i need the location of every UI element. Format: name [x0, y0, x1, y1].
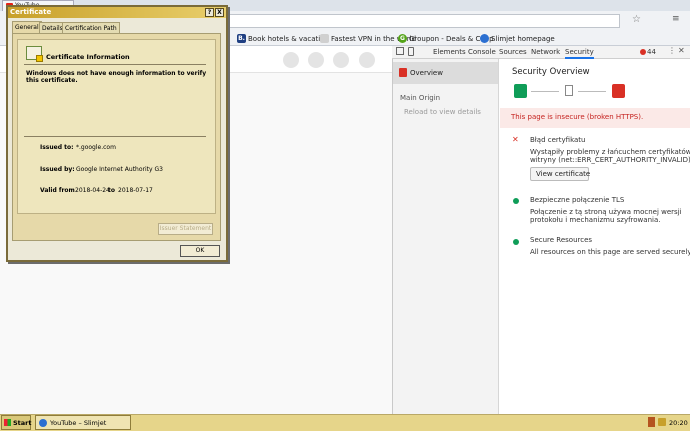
devtools-tab-sources[interactable]: Sources — [499, 47, 527, 58]
dialog-title-bar[interactable]: Certificate — [8, 7, 226, 18]
devtools-tab-console[interactable]: Console — [468, 47, 496, 58]
valid-from-label: Valid from — [40, 187, 75, 194]
start-button[interactable]: Start — [1, 415, 32, 430]
cert-error-desc: witryny (net::ERR_CERT_AUTHORITY_INVALID… — [530, 156, 690, 164]
sidebar-item-overview[interactable]: Overview — [393, 62, 498, 84]
vpn-shield-icon — [320, 34, 329, 43]
bookmark-slimjet[interactable]: Slimjet homepage — [480, 33, 555, 44]
document-icon — [565, 85, 573, 96]
devtools-tab-elements[interactable]: Elements — [433, 47, 466, 58]
resources-title: Secure Resources — [530, 236, 593, 244]
header-placeholder-circle[interactable] — [333, 52, 349, 68]
valid-to-value: 2018-07-17 — [118, 187, 153, 194]
header-placeholder-circle[interactable] — [283, 52, 299, 68]
star-icon[interactable]: ☆ — [632, 14, 641, 25]
sidebar-overview-label: Overview — [410, 69, 443, 77]
cert-error-title: Błąd certyfikatu — [530, 136, 586, 144]
header-placeholder-circle[interactable] — [308, 52, 324, 68]
slimjet-icon — [39, 419, 47, 427]
menu-icon[interactable]: ≡ — [672, 14, 680, 24]
issuer-statement-button: Issuer Statement — [158, 223, 213, 235]
taskbar-item-label: YouTube – Slimjet — [50, 419, 107, 427]
certificate-info-heading: Certificate Information — [46, 53, 130, 61]
tray-icon[interactable] — [658, 418, 666, 426]
connector-line — [578, 91, 606, 92]
heading-divider — [24, 64, 206, 65]
issued-by-value: Google Internet Authority G3 — [76, 166, 163, 173]
insecure-lock-icon — [399, 68, 407, 77]
header-placeholder-circle[interactable] — [359, 52, 375, 68]
error-icon — [640, 49, 646, 55]
insecure-message: This page is insecure (broken HTTPS). — [511, 113, 644, 121]
inspect-icon[interactable] — [396, 47, 404, 55]
tab-certification-path[interactable]: Certification Path — [62, 22, 120, 33]
close-button[interactable]: X — [215, 8, 224, 17]
error-cross-icon: ✕ — [512, 135, 519, 144]
issued-by-label: Issued by: — [40, 166, 75, 173]
device-toggle-icon[interactable] — [408, 47, 414, 56]
details-divider — [24, 136, 206, 137]
issued-to-value: *.google.com — [76, 144, 116, 151]
slimjet-icon — [480, 34, 489, 43]
verify-warning: Windows does not have enough information… — [26, 70, 207, 77]
tls-title: Bezpieczne połączenie TLS — [530, 196, 625, 204]
view-certificate-label: View certificate — [536, 170, 591, 178]
devtools-tab-security[interactable]: Security — [565, 47, 594, 59]
main-origin-heading: Main Origin — [400, 94, 441, 102]
security-overview-title: Security Overview — [512, 67, 590, 77]
insecure-lock-icon — [612, 84, 625, 98]
cert-error-desc: Wystąpiły problemy z łańcuchem certyfika… — [530, 148, 690, 156]
reload-hint: Reload to view details — [404, 108, 481, 116]
resources-ok-icon — [513, 239, 519, 245]
warning-overlay-icon — [36, 55, 43, 62]
secure-lock-icon — [514, 84, 527, 98]
tls-desc: Połączenie z tą stroną używa mocnej wers… — [530, 208, 682, 216]
devtools-tab-network[interactable]: Network — [531, 47, 560, 58]
close-devtools-icon[interactable]: ✕ — [678, 46, 685, 55]
resources-desc: All resources on this page are served se… — [530, 248, 690, 256]
connector-line — [531, 91, 559, 92]
error-count[interactable]: 44 — [647, 48, 656, 56]
dialog-title: Certificate — [10, 8, 52, 16]
help-button[interactable]: ? — [205, 8, 214, 17]
windows-logo-icon — [4, 419, 11, 426]
bookmark-label: Book hotels & vacation — [248, 34, 329, 43]
verify-warning: this certificate. — [26, 77, 78, 84]
tab-general[interactable]: General — [12, 21, 42, 33]
bookmark-booking[interactable]: B. Book hotels & vacation — [237, 33, 329, 44]
booking-icon: B. — [237, 34, 246, 43]
bookmark-label: Slimjet homepage — [491, 34, 555, 43]
groupon-icon: G — [398, 34, 407, 43]
valid-from-value: 2018-04-24 — [75, 187, 110, 194]
issued-to-label: Issued to: — [40, 144, 74, 151]
clock: 20:20 — [669, 419, 688, 427]
tls-ok-icon — [513, 198, 519, 204]
start-label: Start — [13, 419, 32, 427]
ok-button[interactable]: OK — [180, 245, 220, 257]
taskbar-item-youtube[interactable]: YouTube – Slimjet — [35, 415, 131, 430]
view-certificate-button[interactable]: View certificate — [530, 167, 591, 181]
tls-desc: protokołu i mechanizmu szyfrowania. — [530, 216, 661, 224]
language-icon[interactable] — [648, 417, 655, 427]
valid-to-label: to — [108, 187, 115, 194]
more-options-icon[interactable]: ⋮ — [668, 46, 676, 55]
